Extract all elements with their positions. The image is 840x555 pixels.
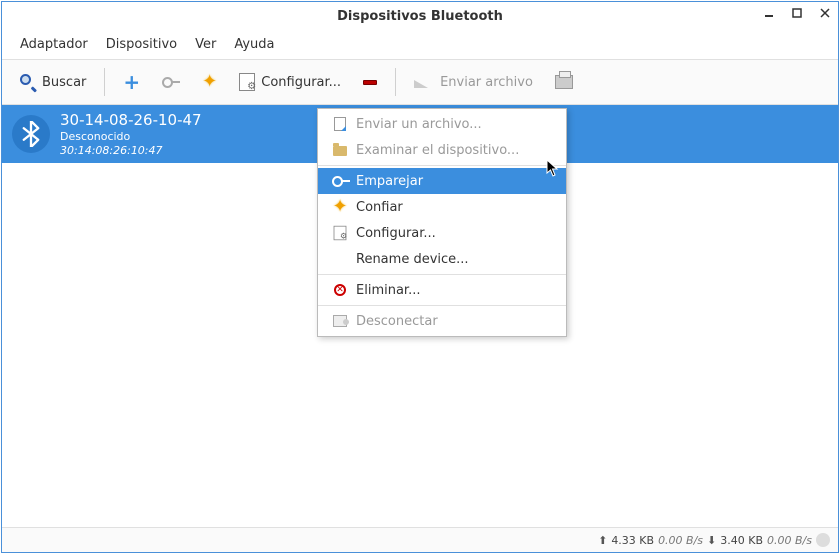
close-button[interactable] <box>818 6 832 20</box>
context-setup-label: Configurar... <box>356 226 436 241</box>
toolbar: Buscar + ✦ Configurar... Enviar archivo <box>2 59 838 105</box>
trust-toolbar-button[interactable]: ✦ <box>192 67 227 97</box>
context-disconnect[interactable]: Desconectar <box>318 308 566 334</box>
context-sendfile[interactable]: Enviar un archivo... <box>318 111 566 137</box>
add-button[interactable]: + <box>113 66 150 98</box>
device-subtitle: Desconocido <box>60 130 202 144</box>
minus-icon <box>363 80 377 85</box>
configure-icon <box>239 73 255 91</box>
titlebar: Dispositivos Bluetooth <box>2 2 838 30</box>
print-button[interactable] <box>545 69 583 95</box>
bluetooth-icon <box>12 115 50 153</box>
context-pair[interactable]: Emparejar <box>318 168 566 194</box>
maximize-button[interactable] <box>790 6 804 20</box>
file-icon <box>332 116 348 132</box>
folder-icon <box>332 142 348 158</box>
separator <box>104 68 105 96</box>
download-total: 3.40 KB <box>720 534 763 547</box>
plus-icon: + <box>123 72 140 92</box>
context-browse[interactable]: Examinar el dispositivo... <box>318 137 566 163</box>
search-label: Buscar <box>42 75 86 90</box>
context-trust-label: Confiar <box>356 200 403 215</box>
minimize-button[interactable] <box>762 6 776 20</box>
menubar: Adaptador Dispositivo Ver Ayuda <box>2 30 838 59</box>
sendfile-label: Enviar archivo <box>440 75 533 90</box>
statusbar: ⬆ 4.33 KB 0.00 B/s ⬇ 3.40 KB 0.00 B/s <box>2 528 838 552</box>
bluetooth-window: Dispositivos Bluetooth Adaptador Disposi… <box>1 1 839 553</box>
remove-icon: ✕ <box>332 282 348 298</box>
context-remove[interactable]: ✕ Eliminar... <box>318 277 566 303</box>
search-icon <box>20 74 36 90</box>
context-rename[interactable]: Rename device... <box>318 246 566 272</box>
device-mac: 30:14:08:26:10:47 <box>60 144 202 158</box>
remove-toolbar-button[interactable] <box>353 74 387 91</box>
star-icon: ✦ <box>332 199 348 215</box>
key-icon <box>162 77 180 87</box>
separator <box>318 165 566 166</box>
device-name: 30-14-08-26-10-47 <box>60 111 202 130</box>
context-remove-label: Eliminar... <box>356 283 420 298</box>
search-button[interactable]: Buscar <box>10 68 96 96</box>
separator <box>318 305 566 306</box>
pair-toolbar-button[interactable] <box>152 71 190 93</box>
context-rename-label: Rename device... <box>356 252 469 267</box>
menu-adapter[interactable]: Adaptador <box>12 34 96 55</box>
device-list: 30-14-08-26-10-47 Desconocido 30:14:08:2… <box>2 105 838 528</box>
context-disconnect-label: Desconectar <box>356 314 438 329</box>
separator <box>395 68 396 96</box>
upload-rate: 0.00 B/s <box>658 534 703 547</box>
download-rate: 0.00 B/s <box>767 534 812 547</box>
disconnect-icon <box>332 313 348 329</box>
star-icon: ✦ <box>202 73 217 91</box>
context-menu: Enviar un archivo... Examinar el disposi… <box>317 108 567 337</box>
context-trust[interactable]: ✦ Confiar <box>318 194 566 220</box>
download-icon: ⬇ <box>707 534 716 547</box>
context-sendfile-label: Enviar un archivo... <box>356 117 482 132</box>
configure-label: Configurar... <box>261 75 341 90</box>
upload-icon: ⬆ <box>598 534 607 547</box>
menu-device[interactable]: Dispositivo <box>98 34 185 55</box>
menu-help[interactable]: Ayuda <box>226 34 282 55</box>
key-icon <box>332 173 348 189</box>
context-browse-label: Examinar el dispositivo... <box>356 143 519 158</box>
send-icon <box>414 76 434 88</box>
window-title: Dispositivos Bluetooth <box>337 9 503 24</box>
notification-icon[interactable] <box>816 533 830 547</box>
blank-icon <box>332 251 348 267</box>
configure-button[interactable]: Configurar... <box>229 67 351 97</box>
configure-icon <box>332 225 348 241</box>
printer-icon <box>555 75 573 89</box>
sendfile-button[interactable]: Enviar archivo <box>404 69 543 96</box>
context-setup[interactable]: Configurar... <box>318 220 566 246</box>
menu-view[interactable]: Ver <box>187 34 224 55</box>
context-pair-label: Emparejar <box>356 174 423 189</box>
separator <box>318 274 566 275</box>
upload-total: 4.33 KB <box>611 534 654 547</box>
